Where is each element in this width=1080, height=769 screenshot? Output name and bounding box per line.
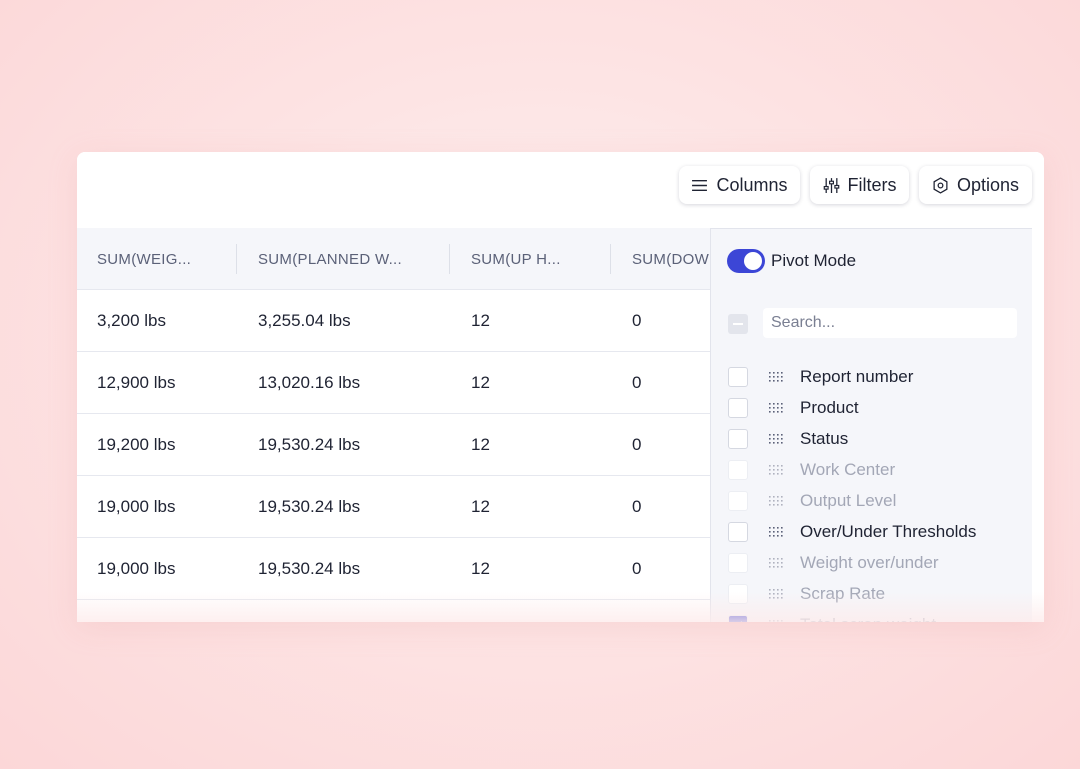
drag-handle-icon[interactable] (766, 619, 786, 622)
column-list-item[interactable]: Report number (728, 365, 1028, 389)
column-list-item[interactable]: Output Level (728, 489, 1028, 513)
grid-toolbar: Columns Filters Options (77, 152, 1044, 228)
column-header[interactable]: SUM(UP H... (471, 228, 601, 290)
column-list-item[interactable]: Status (728, 427, 1028, 451)
column-list-item-label: Weight over/under (800, 553, 939, 572)
table-row[interactable]: 19,200 lbs 19,530.24 lbs 12 0 (77, 414, 717, 476)
column-list-item[interactable]: Product (728, 396, 1028, 420)
columns-tool-panel: Pivot Mode Report number Product Status Wor… (710, 228, 1032, 622)
table-row[interactable]: 19,000 lbs 19,530.24 lbs 12 0 (77, 476, 717, 538)
pivot-mode-toggle[interactable] (727, 249, 765, 273)
filters-button[interactable]: Filters (810, 166, 909, 204)
column-search-input[interactable] (763, 308, 1017, 338)
drag-handle-icon[interactable] (766, 464, 786, 476)
column-list-item[interactable]: Weight over/under (728, 551, 1028, 575)
column-header[interactable]: SUM(WEIG... (97, 228, 227, 290)
table-cell: 17,050.16 lbs (258, 600, 360, 622)
grid-header-row: SUM(WEIG... SUM(PLANNED W... SUM(UP H...… (77, 228, 717, 290)
table-cell: 12 (471, 311, 490, 330)
column-list-item-label: Scrap Rate (800, 584, 886, 603)
column-divider[interactable] (449, 244, 450, 274)
column-list-item[interactable]: Scrap Rate (728, 582, 1028, 606)
toggle-knob (744, 252, 762, 270)
column-divider[interactable] (610, 244, 611, 274)
column-list-item-label: Output Level (800, 491, 897, 510)
table-cell: 12 (471, 600, 490, 622)
column-header[interactable]: SUM(PLANNED W... (258, 228, 438, 290)
table-cell: 3,255.04 lbs (258, 311, 351, 330)
table-cell: 19,200 lbs (97, 435, 176, 454)
table-row[interactable]: 12,900 lbs 13,020.16 lbs 12 0 (77, 352, 717, 414)
column-list-item[interactable]: Work Center (728, 458, 1028, 482)
checkmark-icon (740, 621, 742, 622)
column-list-item-label: Over/Under Thresholds (800, 522, 977, 541)
column-list-item-label: Work Center (800, 460, 896, 479)
table-cell: 12 (471, 497, 490, 516)
table-cell: 0 (632, 311, 642, 330)
columns-button-label: Columns (716, 174, 788, 195)
options-button[interactable]: Options (919, 166, 1032, 204)
column-checkbox[interactable] (728, 491, 748, 511)
table-cell: 0 (632, 497, 642, 516)
pivot-mode-label: Pivot Mode (771, 251, 857, 270)
column-checkbox[interactable] (728, 522, 748, 542)
columns-button[interactable]: Columns (679, 166, 800, 204)
column-header[interactable]: SUM(DOW (632, 228, 712, 290)
table-cell: 19,000 lbs (97, 559, 176, 578)
data-grid-card: Columns Filters Options SUM(WEIG... SUM(… (77, 152, 1044, 622)
column-list-item[interactable]: Total scrap weight (728, 613, 1028, 622)
drag-handle-icon[interactable] (766, 557, 786, 569)
table-cell: 3,200 lbs (97, 311, 166, 330)
column-checkbox[interactable] (728, 460, 748, 480)
table-cell: 19,530.24 lbs (258, 497, 361, 516)
table-cell: 12,900 lbs (97, 373, 176, 392)
table-cell: 19,000 lbs (97, 497, 176, 516)
column-list-item-label: Status (800, 429, 849, 448)
table-row[interactable]: 19,000 lbs 19,530.24 lbs 12 0 (77, 538, 717, 600)
column-checkbox[interactable] (728, 584, 748, 604)
column-checkbox[interactable] (728, 367, 748, 387)
table-cell: 0 (632, 559, 642, 578)
drag-handle-icon[interactable] (766, 526, 786, 538)
table-cell: 12 (471, 373, 490, 392)
minus-icon (733, 323, 743, 325)
table-cell: 19,530.24 lbs (258, 435, 361, 454)
table-cell: 12 (471, 559, 490, 578)
table-cell: 19,530.24 lbs (258, 559, 361, 578)
hamburger-icon (692, 179, 708, 191)
table-cell: 13,020.16 lbs (258, 373, 361, 392)
select-all-checkbox[interactable] (728, 314, 748, 334)
drag-handle-icon[interactable] (766, 433, 786, 445)
options-button-label: Options (956, 174, 1020, 195)
column-checkbox[interactable] (728, 398, 748, 418)
column-list-item-label: Report number (800, 367, 914, 386)
table-cell: 19,777 lbs (97, 600, 175, 622)
table-cell: 0 (632, 600, 641, 622)
column-divider[interactable] (236, 244, 237, 274)
drag-handle-icon[interactable] (766, 588, 786, 600)
table-cell: 12 (471, 435, 490, 454)
table-row[interactable]: 19,777 lbs 17,050.16 lbs 12 0 (77, 600, 717, 622)
column-list-item-label: Product (800, 398, 859, 417)
column-list-item[interactable]: Over/Under Thresholds (728, 520, 1028, 544)
column-list-item-label: Total scrap weight (800, 615, 936, 622)
column-checkbox[interactable] (728, 429, 748, 449)
drag-handle-icon[interactable] (766, 495, 786, 507)
table-cell: 0 (632, 435, 642, 454)
column-checkbox[interactable] (728, 553, 748, 573)
column-checkbox[interactable] (728, 615, 748, 622)
drag-handle-icon[interactable] (766, 371, 786, 383)
drag-handle-icon[interactable] (766, 402, 786, 414)
table-row[interactable]: 3,200 lbs 3,255.04 lbs 12 0 (77, 290, 717, 352)
sliders-icon (823, 177, 839, 193)
table-cell: 0 (632, 373, 642, 392)
settings-hexagon-icon (933, 176, 948, 194)
filters-button-label: Filters (847, 174, 897, 195)
